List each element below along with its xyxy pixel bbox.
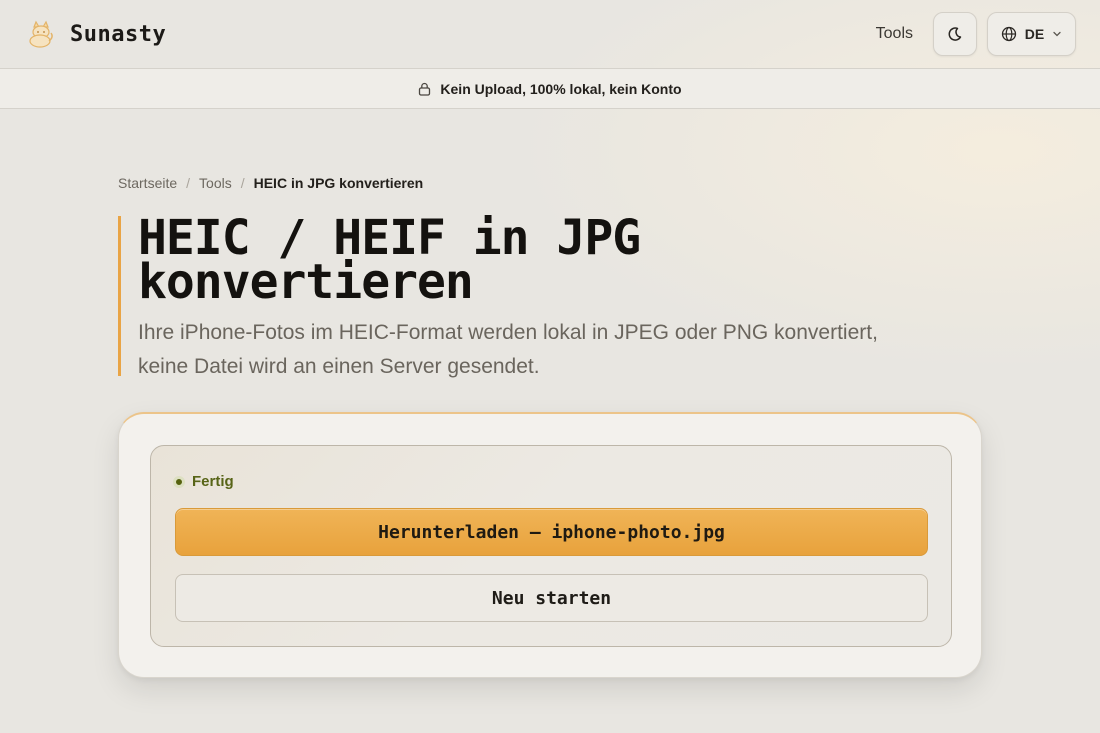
breadcrumb-current: HEIC in JPG konvertieren (253, 175, 424, 191)
brand[interactable]: Sunasty (24, 17, 166, 51)
lock-icon (419, 82, 431, 96)
globe-icon (1001, 26, 1016, 42)
moon-icon (948, 27, 962, 41)
download-button[interactable]: Herunterladen — iphone-photo.jpg (175, 508, 928, 556)
brand-name: Sunasty (70, 21, 167, 47)
breadcrumb-separator: / (240, 175, 245, 191)
chevron-down-icon (1053, 31, 1061, 37)
theme-toggle-button[interactable] (933, 12, 977, 56)
result-panel: Fertig Herunterladen — iphone-photo.jpg … (150, 445, 952, 647)
privacy-banner: Kein Upload, 100% lokal, kein Konto (0, 68, 1100, 109)
breadcrumb-tools[interactable]: Tools (199, 175, 232, 191)
page-header: HEIC / HEIF in JPG konvertieren Ihre iPh… (118, 214, 978, 378)
page-title-line-2: konvertieren (138, 254, 474, 310)
language-select[interactable]: DE (987, 12, 1076, 56)
cat-logo-icon (24, 17, 58, 51)
top-header: Sunasty Tools DE (0, 0, 1100, 68)
breadcrumb: Startseite / Tools / HEIC in JPG konvert… (118, 175, 423, 191)
status-text: Fertig (192, 473, 234, 490)
privacy-banner-text: Kein Upload, 100% lokal, kein Konto (440, 80, 682, 97)
breadcrumb-home[interactable]: Startseite (118, 175, 177, 191)
converter-card: Fertig Herunterladen — iphone-photo.jpg … (118, 412, 982, 678)
page-subtitle-line-2: keine Datei wird an einen Server gesende… (138, 355, 540, 378)
status-dot-icon (173, 475, 185, 488)
language-label: DE (1024, 26, 1045, 42)
header-nav: Tools DE (876, 12, 1076, 56)
status-indicator: Fertig (173, 473, 234, 490)
page-title: HEIC / HEIF in JPG konvertieren (138, 214, 978, 310)
page-subtitle-line-1: Ihre iPhone-Fotos im HEIC-Format werden … (138, 321, 878, 344)
breadcrumb-separator: / (186, 175, 191, 191)
restart-button[interactable]: Neu starten (175, 574, 928, 622)
page-subtitle: Ihre iPhone-Fotos im HEIC-Format werden … (138, 316, 978, 384)
nav-link-tools[interactable]: Tools (876, 25, 913, 43)
